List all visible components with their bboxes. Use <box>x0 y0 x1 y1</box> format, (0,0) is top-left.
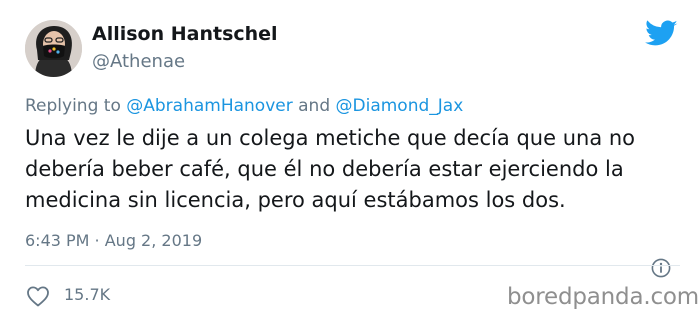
replying-prefix: Replying to <box>25 96 121 116</box>
replying-to: Replying to @AbrahamHanover and @Diamond… <box>25 96 463 116</box>
author-display-name[interactable]: Allison Hantschel <box>92 23 278 45</box>
watermark: boredpanda.com <box>507 284 699 310</box>
tweet-text: Una vez le dije a un colega metiche que … <box>25 126 636 212</box>
avatar[interactable] <box>25 20 82 77</box>
twitter-bird-icon[interactable] <box>645 20 678 48</box>
like-count: 15.7K <box>64 285 111 304</box>
mention-link[interactable]: @AbrahamHanover <box>126 96 292 116</box>
tweet-timestamp[interactable]: 6:43 PM · Aug 2, 2019 <box>25 231 202 250</box>
replying-conjunction: and <box>298 96 331 116</box>
profile-photo <box>25 20 82 77</box>
author-handle[interactable]: @Athenae <box>92 51 185 72</box>
divider <box>25 265 680 266</box>
mention-link[interactable]: @Diamond_Jax <box>336 96 464 116</box>
heart-icon[interactable] <box>26 285 50 307</box>
info-icon[interactable] <box>651 258 671 278</box>
